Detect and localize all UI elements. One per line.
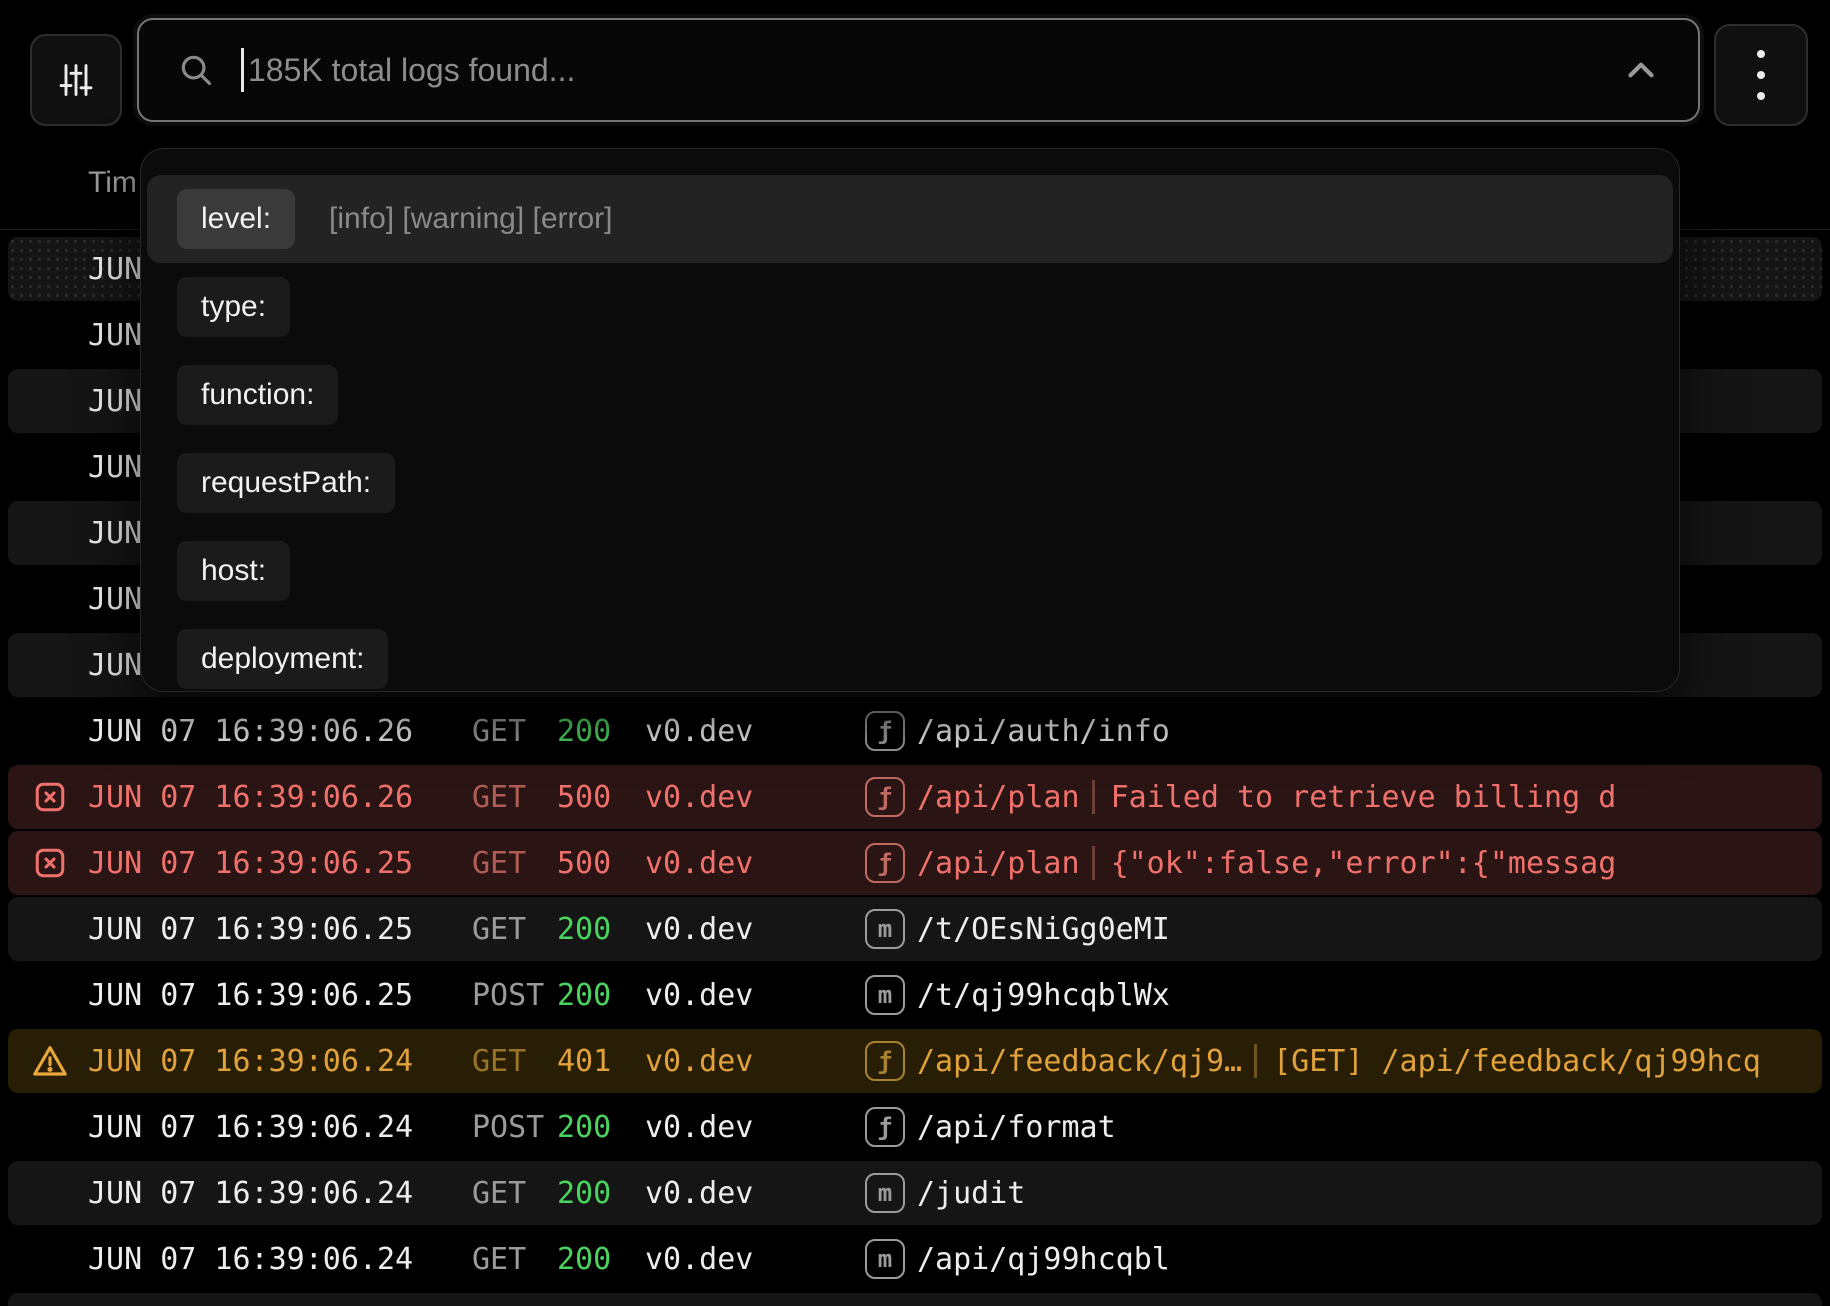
suggestion-chip: requestPath:	[177, 453, 395, 513]
kebab-icon	[1757, 50, 1765, 100]
log-row[interactable]: JUN 07 16:39:06.24 GET 200 v0.dev m /jud…	[0, 1160, 1830, 1226]
log-message-divider	[1254, 1044, 1257, 1078]
log-row[interactable]: JUN 07 16:39:06.26 GET 500 v0.dev ƒ /api…	[0, 764, 1830, 830]
log-status: 200	[557, 978, 614, 1013]
log-path: /api/plan	[917, 780, 1080, 815]
log-host: v0.dev	[645, 1176, 761, 1211]
filter-button[interactable]	[30, 34, 122, 126]
log-source-icon: ƒ	[865, 711, 905, 751]
log-method: GET	[472, 780, 548, 815]
log-row[interactable]: JUN 07 16:39:06.25 POST 200 v0.dev m /t/…	[0, 962, 1830, 1028]
sliders-icon	[56, 60, 96, 100]
log-host: v0.dev	[645, 1242, 761, 1277]
log-method: GET	[472, 1242, 548, 1277]
log-message: Failed to retrieve billing d	[1111, 780, 1830, 815]
log-message-divider	[1092, 846, 1095, 880]
log-timestamp: JUN 07 16:39:06.26	[88, 780, 428, 815]
log-timestamp: JUN 07 16:39:06.24	[88, 1110, 428, 1145]
level-icon	[30, 845, 70, 881]
log-path: /api/auth/info	[917, 714, 1170, 749]
log-timestamp: JUN 07 16:39:06.26	[88, 714, 428, 749]
log-path: /t/OEsNiGg0eMI	[917, 912, 1170, 947]
log-method: GET	[472, 846, 548, 881]
log-method: POST	[472, 978, 548, 1013]
toolbar: 185K total logs found...	[0, 0, 1830, 136]
log-status: 401	[557, 1044, 614, 1079]
log-source-icon: ƒ	[865, 1041, 905, 1081]
log-status: 200	[557, 1110, 614, 1145]
log-message-divider	[1092, 780, 1095, 814]
log-row[interactable]: JUN 07 16:39:06.24 POST 200 v0.dev ƒ /ap…	[0, 1094, 1830, 1160]
log-message: {"ok":false,"error":{"messag	[1111, 846, 1830, 881]
log-timestamp: JUN 07 16:39:06.25	[88, 846, 428, 881]
suggestion-item-function[interactable]: function:	[147, 351, 1673, 439]
log-source-icon: m	[865, 975, 905, 1015]
search-placeholder: 185K total logs found...	[248, 52, 1620, 89]
log-timestamp: JUN 07 16:39:06.24	[88, 1176, 428, 1211]
log-method: GET	[472, 714, 548, 749]
chevron-up-icon[interactable]	[1620, 49, 1662, 91]
suggestion-chip: type:	[177, 277, 290, 337]
log-row[interactable]: JUN 07 16:39:06.25 GET 200 v0.dev m /t/O…	[0, 896, 1830, 962]
level-icon	[30, 1042, 70, 1080]
log-source-icon: ƒ	[865, 1107, 905, 1147]
suggestion-item-level[interactable]: level: [info] [warning] [error]	[147, 175, 1673, 263]
log-row[interactable]: JUN 07 16:39:06.26 GET 200 v0.dev ƒ /api…	[0, 698, 1830, 764]
log-status: 200	[557, 1176, 614, 1211]
log-host: v0.dev	[645, 846, 761, 881]
log-method: GET	[472, 1044, 548, 1079]
log-timestamp: JUN 07 16:39:06.24	[88, 1242, 428, 1277]
log-timestamp: JUN 07 16:39:06.25	[88, 912, 428, 947]
log-timestamp: JUN 07 16:39:06.25	[88, 978, 428, 1013]
level-icon	[30, 779, 70, 815]
log-source-icon: m	[865, 909, 905, 949]
suggestion-chip: host:	[177, 541, 290, 601]
log-method: GET	[472, 1176, 548, 1211]
log-path: /api/feedback/qj9…	[917, 1044, 1242, 1079]
log-source-icon: ƒ	[865, 777, 905, 817]
log-status: 200	[557, 1242, 614, 1277]
log-status: 500	[557, 780, 614, 815]
more-options-button[interactable]	[1714, 24, 1808, 126]
log-host: v0.dev	[645, 780, 761, 815]
log-host: v0.dev	[645, 1044, 761, 1079]
log-method: GET	[472, 912, 548, 947]
log-row[interactable]	[0, 1292, 1830, 1306]
suggestion-chip: level:	[177, 189, 295, 249]
suggestion-chip: function:	[177, 365, 338, 425]
suggestion-hint: [info] [warning] [error]	[329, 202, 612, 236]
search-input[interactable]: 185K total logs found...	[137, 18, 1700, 122]
search-suggestions-dropdown: level: [info] [warning] [error] type: fu…	[140, 148, 1680, 692]
log-row[interactable]: JUN 07 16:39:06.25 GET 500 v0.dev ƒ /api…	[0, 830, 1830, 896]
suggestion-item-deployment[interactable]: deployment:	[147, 615, 1673, 692]
log-host: v0.dev	[645, 714, 761, 749]
suggestion-item-requestPath[interactable]: requestPath:	[147, 439, 1673, 527]
log-host: v0.dev	[645, 978, 761, 1013]
search-icon	[177, 51, 215, 89]
suggestion-chip: deployment:	[177, 629, 388, 689]
log-path: /api/qj99hcqbl	[917, 1242, 1170, 1277]
log-row[interactable]: JUN 07 16:39:06.24 GET 401 v0.dev ƒ /api…	[0, 1028, 1830, 1094]
log-status: 200	[557, 912, 614, 947]
log-method: POST	[472, 1110, 548, 1145]
log-status: 200	[557, 714, 614, 749]
log-host: v0.dev	[645, 912, 761, 947]
log-timestamp: JUN 07 16:39:06.24	[88, 1044, 428, 1079]
text-caret	[241, 48, 244, 92]
suggestion-item-type[interactable]: type:	[147, 263, 1673, 351]
suggestion-item-host[interactable]: host:	[147, 527, 1673, 615]
log-source-icon: m	[865, 1173, 905, 1213]
log-source-icon: ƒ	[865, 843, 905, 883]
log-path: /api/format	[917, 1110, 1116, 1145]
log-path: /judit	[917, 1176, 1025, 1211]
log-status: 500	[557, 846, 614, 881]
log-path: /api/plan	[917, 846, 1080, 881]
log-host: v0.dev	[645, 1110, 761, 1145]
log-message: [GET] /api/feedback/qj99hcq	[1273, 1044, 1830, 1079]
log-row[interactable]: JUN 07 16:39:06.24 GET 200 v0.dev m /api…	[0, 1226, 1830, 1292]
log-source-icon: m	[865, 1239, 905, 1279]
log-path: /t/qj99hcqblWx	[917, 978, 1170, 1013]
logs-page: Tim JUN JUN	[0, 0, 1830, 1306]
